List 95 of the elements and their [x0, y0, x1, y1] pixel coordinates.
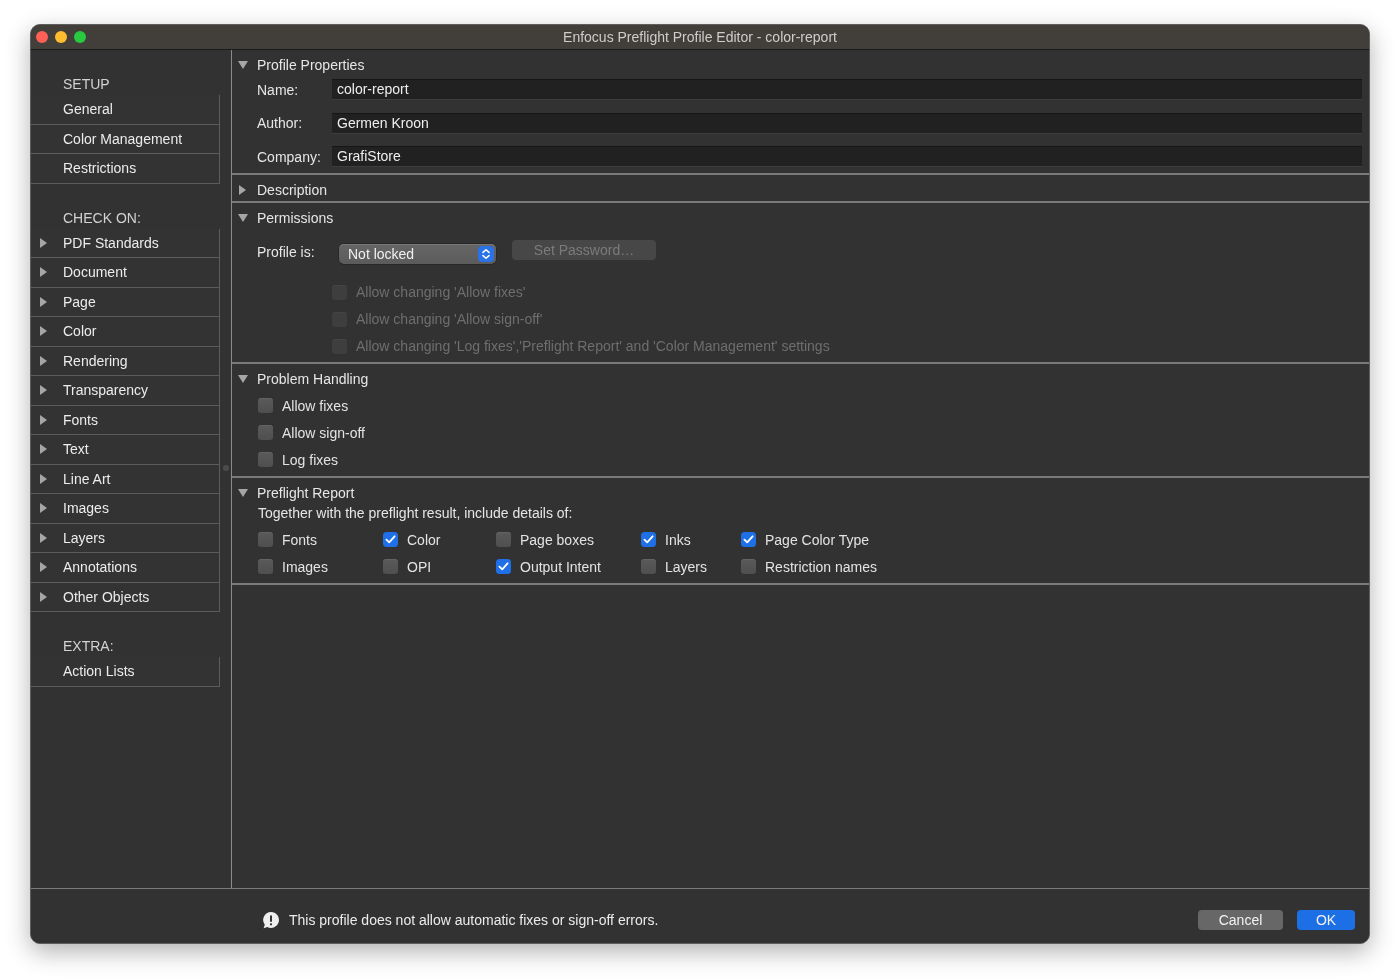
disclosure-triangle-icon[interactable]	[40, 503, 47, 514]
disclosure-triangle-icon[interactable]	[238, 375, 248, 383]
sidebar-item[interactable]: PDF Standards	[31, 228, 220, 258]
checkbox-label: Log fixes	[282, 451, 339, 468]
sidebar-heading: EXTRA:	[62, 637, 115, 656]
disclosure-triangle-icon[interactable]	[238, 489, 248, 497]
field-label: Author:	[257, 115, 304, 131]
disclosure-triangle-icon[interactable]	[239, 185, 246, 195]
disclosure-triangle-icon[interactable]	[40, 237, 47, 248]
window-title: Enfocus Preflight Profile Editor - color-report	[563, 29, 837, 45]
field-label: Profile is:	[257, 243, 316, 261]
sidebar-item[interactable]: Images	[31, 494, 220, 524]
checkbox-label: Images	[282, 558, 328, 575]
disclosure-triangle-icon[interactable]	[40, 414, 47, 425]
checkbox-label: Output Intent	[520, 558, 601, 575]
minimize-icon[interactable]	[55, 31, 67, 43]
up-down-chevron-icon	[478, 246, 494, 262]
disclosure-triangle-icon[interactable]	[40, 532, 47, 543]
disclosure-triangle-icon[interactable]	[40, 296, 47, 307]
disclosure-triangle-icon[interactable]	[40, 355, 47, 366]
checkbox[interactable]	[741, 559, 756, 574]
sidebar-item[interactable]: Document	[31, 258, 220, 288]
maximize-icon[interactable]	[74, 31, 86, 43]
sidebar-item[interactable]: Text	[31, 435, 220, 465]
sidebar-item[interactable]: Restrictions	[31, 154, 220, 184]
sidebar-item[interactable]: Transparency	[31, 376, 220, 406]
field-label: Name:	[257, 81, 300, 98]
disclosure-triangle-icon[interactable]	[40, 385, 47, 396]
checkmark-icon	[498, 562, 509, 571]
sidebar-item[interactable]: Page	[31, 287, 220, 317]
text-field[interactable]: Germen Kroon	[332, 112, 1362, 134]
checkbox-label: Allow changing 'Allow fixes'	[356, 284, 526, 300]
section-title: Profile Properties	[257, 57, 365, 73]
dialog-button[interactable]: OK	[1297, 909, 1355, 930]
checkbox[interactable]	[258, 532, 273, 547]
section-title: Preflight Report	[257, 485, 355, 501]
sidebar-item[interactable]: Color Management	[31, 124, 220, 154]
text-field[interactable]: color-report	[332, 79, 1362, 100]
sidebar-heading: SETUP	[62, 75, 111, 94]
checkbox-label: Allow fixes	[282, 397, 349, 414]
sidebar-item[interactable]: General	[31, 95, 220, 125]
checkbox-label: Restriction names	[765, 558, 878, 575]
checkbox-label: Fonts	[282, 531, 317, 548]
text-field[interactable]: GrafiStore	[332, 146, 1362, 167]
disclosure-triangle-icon[interactable]	[40, 267, 47, 278]
sidebar-item[interactable]: Layers	[31, 523, 220, 553]
checkbox-label: Allow changing 'Allow sign-off'	[356, 311, 543, 327]
checkbox-label: Inks	[665, 531, 691, 548]
checkbox-label: OPI	[407, 558, 432, 575]
checkbox[interactable]	[258, 452, 273, 467]
sidebar-item[interactable]: Annotations	[31, 553, 220, 583]
checkmark-icon	[743, 535, 754, 544]
section-description: Together with the preflight result, include details of:	[258, 504, 574, 522]
checkbox-label: Color	[407, 531, 441, 548]
checkbox[interactable]	[496, 559, 511, 574]
sidebar-item[interactable]: Rendering	[31, 346, 220, 376]
checkbox-label: Allow changing 'Log fixes','Preflight Report' and 'Color Management' settings	[356, 338, 830, 354]
checkbox[interactable]	[741, 532, 756, 547]
checkbox[interactable]	[383, 559, 398, 574]
checkmark-icon	[643, 535, 654, 544]
disclosure-triangle-icon[interactable]	[40, 562, 47, 573]
sidebar-heading: CHECK ON:	[62, 208, 142, 228]
section-title: Problem Handling	[257, 371, 369, 387]
checkbox[interactable]	[258, 425, 273, 440]
sidebar-item[interactable]: Other Objects	[31, 582, 220, 612]
alert-icon	[262, 910, 280, 929]
checkbox[interactable]	[258, 559, 273, 574]
checkbox[interactable]	[383, 532, 398, 547]
checkbox-label: Allow sign-off	[282, 424, 365, 441]
close-icon[interactable]	[36, 31, 48, 43]
checkbox[interactable]	[258, 398, 273, 413]
disclosure-triangle-icon[interactable]	[238, 214, 248, 222]
sidebar-item[interactable]: Color	[31, 317, 220, 347]
disclosure-triangle-icon[interactable]	[40, 444, 47, 455]
disclosure-triangle-icon[interactable]	[40, 591, 47, 602]
checkbox-label: Page Color Type	[765, 531, 870, 548]
dialog-button[interactable]: Cancel	[1198, 909, 1283, 930]
sidebar-item[interactable]: Line Art	[31, 464, 220, 494]
disclosure-triangle-icon[interactable]	[40, 473, 47, 484]
section-title: Permissions	[257, 210, 334, 226]
sidebar-item[interactable]: Fonts	[31, 405, 220, 435]
section-title: Description	[257, 182, 328, 198]
checkbox-label: Page boxes	[520, 531, 594, 548]
status-message: This profile does not allow automatic fixes or sign-off errors.	[289, 911, 660, 928]
field-label: Company:	[257, 148, 322, 165]
sidebar-item[interactable]: Action Lists	[31, 657, 220, 687]
splitter-handle-icon[interactable]	[223, 465, 229, 471]
checkbox-label: Layers	[665, 558, 708, 575]
checkmark-icon	[385, 535, 396, 544]
dropdown[interactable]: Not locked	[339, 244, 496, 264]
disclosure-triangle-icon[interactable]	[238, 61, 248, 69]
disclosure-triangle-icon[interactable]	[40, 326, 47, 337]
checkbox[interactable]	[641, 532, 656, 547]
checkbox[interactable]	[641, 559, 656, 574]
checkbox[interactable]	[496, 532, 511, 547]
